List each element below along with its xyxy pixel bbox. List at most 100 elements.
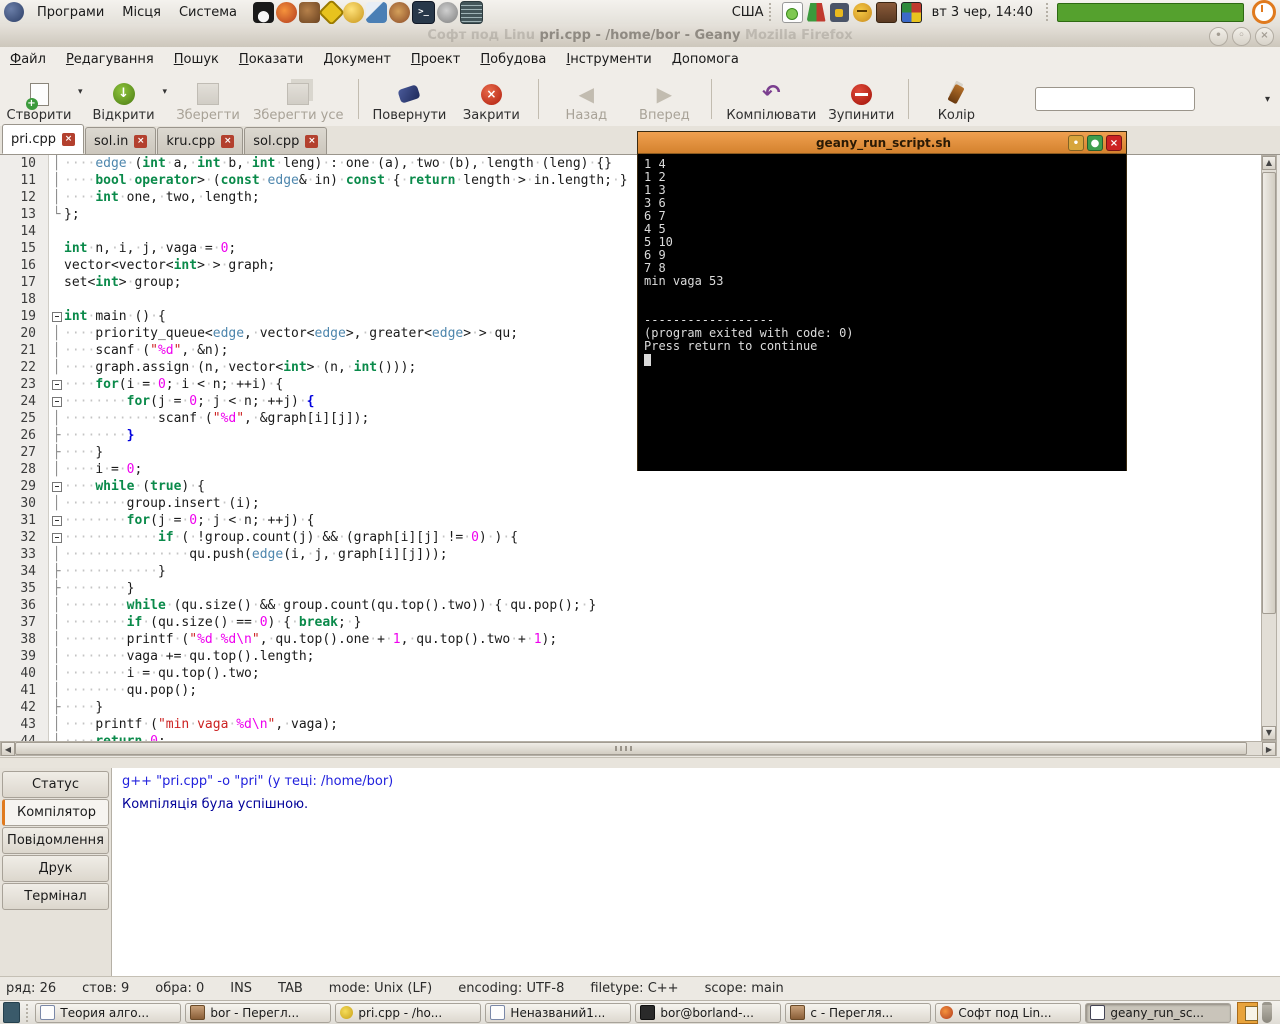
trash-icon[interactable] bbox=[1262, 1002, 1272, 1023]
menu-Документ[interactable]: Документ bbox=[313, 52, 401, 67]
fold-margin[interactable]: │ bbox=[49, 733, 64, 741]
tab-close-icon[interactable]: × bbox=[305, 135, 318, 148]
fold-margin[interactable] bbox=[49, 478, 64, 495]
maximize-button[interactable]: ◦ bbox=[1232, 27, 1251, 46]
audio-icon[interactable] bbox=[876, 2, 897, 23]
panel-menu-Програми[interactable]: Програми bbox=[28, 0, 113, 24]
panel-menu-Система[interactable]: Система bbox=[170, 0, 246, 24]
tab-close-icon[interactable]: × bbox=[221, 135, 234, 148]
workspace-switcher[interactable] bbox=[1237, 1002, 1257, 1024]
new-button[interactable]: Створити bbox=[0, 75, 78, 123]
fold-margin[interactable]: ├ bbox=[49, 444, 64, 461]
fold-margin[interactable]: │ bbox=[49, 359, 64, 376]
new-button-dropdown[interactable]: ▾ bbox=[78, 87, 83, 97]
fold-box-icon[interactable] bbox=[52, 380, 62, 390]
fold-margin[interactable] bbox=[49, 257, 64, 274]
fold-margin[interactable]: │ bbox=[49, 189, 64, 206]
menu-Допомога[interactable]: Допомога bbox=[662, 52, 749, 67]
fold-margin[interactable]: └ bbox=[49, 206, 64, 223]
fold-margin[interactable] bbox=[49, 512, 64, 529]
task-button[interactable]: Софт под Lin... bbox=[935, 1003, 1081, 1023]
terminal-close-button[interactable]: × bbox=[1106, 135, 1122, 151]
task-button[interactable]: bor - Перегл... bbox=[185, 1003, 331, 1023]
fold-margin[interactable]: │ bbox=[49, 648, 64, 665]
scroll-left-arrow[interactable]: ◀ bbox=[1, 742, 15, 756]
creature-icon[interactable] bbox=[389, 2, 410, 23]
fold-margin[interactable] bbox=[49, 308, 64, 325]
show-desktop-button[interactable] bbox=[3, 1002, 20, 1023]
fold-margin[interactable]: │ bbox=[49, 631, 64, 648]
gnome-menu-icon[interactable] bbox=[4, 2, 24, 22]
fold-box-icon[interactable] bbox=[52, 533, 62, 543]
task-button[interactable]: Теория алго... bbox=[35, 1003, 181, 1023]
package-icon[interactable] bbox=[366, 2, 387, 23]
fold-margin[interactable] bbox=[49, 223, 64, 240]
menu-Побудова[interactable]: Побудова bbox=[470, 52, 556, 67]
menu-Інструменти[interactable]: Інструменти bbox=[556, 52, 661, 67]
toolbar-entry[interactable] bbox=[1035, 87, 1195, 111]
vertical-scroll-thumb[interactable] bbox=[1262, 172, 1276, 614]
task-button[interactable]: Неназваний1... bbox=[485, 1003, 631, 1023]
fold-margin[interactable] bbox=[49, 274, 64, 291]
close-button[interactable]: ×Закрити bbox=[452, 75, 530, 123]
menu-Проект[interactable]: Проект bbox=[401, 52, 470, 67]
photos-icon[interactable] bbox=[901, 2, 922, 23]
battery-indicator[interactable] bbox=[1057, 3, 1244, 22]
minimize-button[interactable]: • bbox=[1209, 27, 1228, 46]
fold-margin[interactable]: │ bbox=[49, 682, 64, 699]
menu-Показати[interactable]: Показати bbox=[229, 52, 313, 67]
panel-tab-Статус[interactable]: Статус bbox=[2, 771, 109, 798]
fold-margin[interactable]: │ bbox=[49, 716, 64, 733]
tab-close-icon[interactable]: × bbox=[134, 135, 147, 148]
scroll-up-arrow[interactable]: ▲ bbox=[1262, 156, 1276, 170]
task-button[interactable]: bor@borland-... bbox=[635, 1003, 781, 1023]
close-window-button[interactable]: × bbox=[1255, 27, 1274, 46]
fold-margin[interactable]: ├ bbox=[49, 580, 64, 597]
gear-icon[interactable] bbox=[437, 2, 458, 23]
fold-margin[interactable]: ├ bbox=[49, 563, 64, 580]
terminal-output[interactable]: 1 4 1 2 1 3 3 6 6 7 4 5 5 10 6 9 7 8 min… bbox=[638, 154, 1126, 471]
panel-tab-Термінал[interactable]: Термінал bbox=[2, 883, 109, 910]
fold-box-icon[interactable] bbox=[52, 516, 62, 526]
fold-margin[interactable]: │ bbox=[49, 495, 64, 512]
terminal-icon[interactable]: >_ bbox=[412, 1, 435, 24]
fold-margin[interactable]: │ bbox=[49, 597, 64, 614]
window-titlebar[interactable]: Софт под Linu pri.cpp - /home/bor - Gean… bbox=[0, 24, 1280, 48]
scroll-down-arrow[interactable]: ▼ bbox=[1262, 726, 1276, 740]
fold-margin[interactable]: │ bbox=[49, 172, 64, 189]
fold-margin[interactable] bbox=[49, 529, 64, 546]
revert-button[interactable]: Повернути bbox=[367, 75, 453, 123]
fold-margin[interactable]: │ bbox=[49, 614, 64, 631]
fold-margin[interactable] bbox=[49, 393, 64, 410]
clock[interactable]: вт 3 чер, 14:40 bbox=[924, 5, 1041, 20]
panel-tab-Повідомлення[interactable]: Повідомлення bbox=[2, 827, 109, 854]
fold-box-icon[interactable] bbox=[52, 312, 62, 322]
tab-sol.in[interactable]: sol.in× bbox=[85, 127, 156, 154]
terminal-window[interactable]: geany_run_script.sh • ● × 1 4 1 2 1 3 3 … bbox=[637, 131, 1127, 471]
chat-icon[interactable] bbox=[782, 2, 803, 23]
terminal-maximize-button[interactable]: ● bbox=[1087, 135, 1103, 151]
penguin-icon[interactable] bbox=[253, 2, 274, 23]
fold-margin[interactable]: │ bbox=[49, 461, 64, 478]
firefox-icon[interactable] bbox=[276, 2, 297, 23]
tab-sol.cpp[interactable]: sol.cpp× bbox=[244, 127, 327, 154]
panel-menu-Місця[interactable]: Місця bbox=[113, 0, 170, 24]
fold-margin[interactable] bbox=[49, 376, 64, 393]
fold-margin[interactable]: ├ bbox=[49, 427, 64, 444]
stop-button[interactable]: Зупинити bbox=[822, 75, 900, 123]
face-icon[interactable] bbox=[853, 3, 872, 22]
fold-margin[interactable]: │ bbox=[49, 546, 64, 563]
open-button-dropdown[interactable]: ▾ bbox=[163, 87, 168, 97]
beast-icon[interactable] bbox=[299, 2, 320, 23]
fold-margin[interactable] bbox=[49, 240, 64, 257]
terminal-minimize-button[interactable]: • bbox=[1068, 135, 1084, 151]
panel-tab-Друк[interactable]: Друк bbox=[2, 855, 109, 882]
fold-margin[interactable]: │ bbox=[49, 342, 64, 359]
tab-kru.cpp[interactable]: kru.cpp× bbox=[157, 127, 243, 154]
color-button[interactable]: Колір bbox=[917, 75, 995, 123]
panel-tab-Компілятор[interactable]: Компілятор bbox=[2, 799, 109, 826]
terminal-titlebar[interactable]: geany_run_script.sh • ● × bbox=[638, 132, 1126, 154]
fold-margin[interactable]: │ bbox=[49, 155, 64, 172]
toolbar-overflow-caret[interactable]: ▾ bbox=[1265, 94, 1270, 105]
fold-margin[interactable]: │ bbox=[49, 665, 64, 682]
